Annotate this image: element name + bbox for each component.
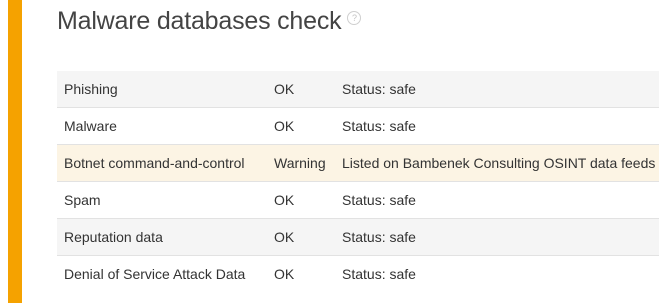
check-result: OK bbox=[274, 71, 342, 108]
check-details: Status: safe bbox=[342, 71, 659, 108]
table-row: Denial of Service Attack Data OK Status:… bbox=[57, 255, 659, 292]
section-title: Malware databases check bbox=[57, 7, 342, 35]
check-name: Denial of Service Attack Data bbox=[57, 255, 274, 292]
check-result: OK bbox=[274, 181, 342, 219]
check-name: Spam bbox=[57, 181, 274, 219]
check-result: Warning bbox=[274, 144, 342, 182]
check-result: OK bbox=[274, 218, 342, 256]
table-row: Malware OK Status: safe bbox=[57, 107, 659, 145]
accent-bar bbox=[8, 0, 22, 303]
table-row: Phishing OK Status: safe bbox=[57, 71, 659, 108]
check-result: OK bbox=[274, 107, 342, 145]
check-details: Status: safe bbox=[342, 255, 659, 292]
check-name: Botnet command-and-control bbox=[57, 144, 274, 182]
check-name: Malware bbox=[57, 107, 274, 145]
table-row: Spam OK Status: safe bbox=[57, 181, 659, 219]
check-name: Reputation data bbox=[57, 218, 274, 256]
table-row-warning: Botnet command-and-control Warning Liste… bbox=[57, 144, 659, 182]
check-details: Status: safe bbox=[342, 218, 659, 256]
check-details: Status: safe bbox=[342, 181, 659, 219]
question-mark-icon[interactable]: ? bbox=[347, 11, 362, 25]
table-row: Reputation data OK Status: safe bbox=[57, 218, 659, 256]
section-header: Malware databases check ? bbox=[57, 5, 362, 37]
check-details: Status: safe bbox=[342, 107, 659, 145]
check-name: Phishing bbox=[57, 71, 274, 108]
check-result: OK bbox=[274, 255, 342, 292]
check-details: Listed on Bambenek Consulting OSINT data… bbox=[342, 144, 659, 182]
malware-check-table: Phishing OK Status: safe Malware OK Stat… bbox=[57, 71, 659, 292]
